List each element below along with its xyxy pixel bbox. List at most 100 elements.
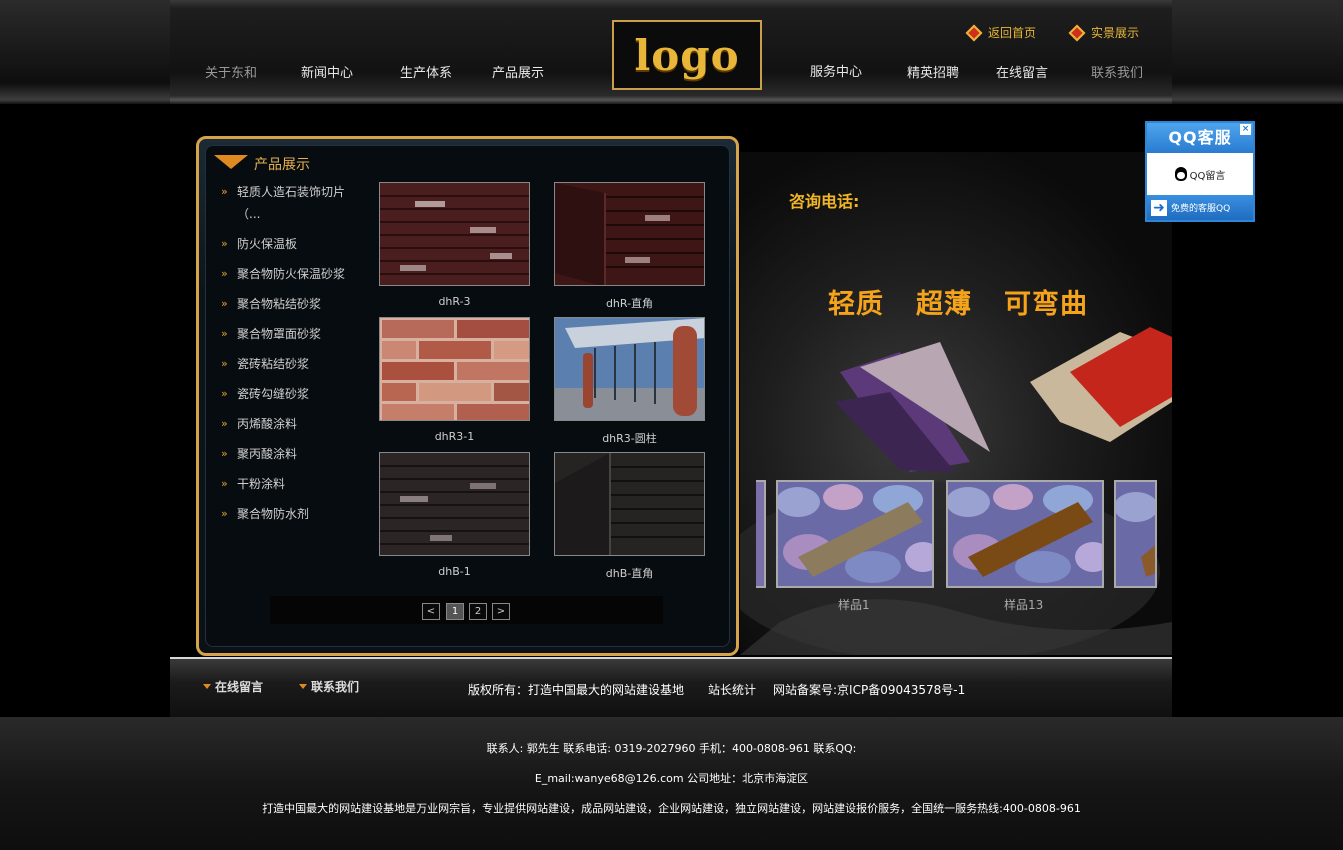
- nav-production[interactable]: 生产体系: [400, 62, 452, 81]
- product-label[interactable]: dhR3-1: [379, 430, 530, 443]
- double-chevron-icon: »: [221, 185, 228, 198]
- product-thumb-dhR3-column[interactable]: [554, 317, 705, 421]
- category-item[interactable]: » 聚合物罩面砂浆: [221, 323, 361, 345]
- category-item[interactable]: » 丙烯酸涂料: [221, 413, 361, 435]
- triangle-down-icon: [203, 684, 211, 689]
- slogan-thin: 超薄: [916, 289, 972, 320]
- category-item[interactable]: » 瓷砖勾缝砂浆: [221, 383, 361, 405]
- contact-line: 联系人: 郭先生 联系电话: 0319-2027960 手机：400-0808-…: [486, 742, 857, 755]
- brick-image: [380, 183, 529, 285]
- product-thumb-dhR3-1[interactable]: [379, 317, 530, 421]
- red-stone-sample: [1030, 327, 1172, 442]
- nav-news[interactable]: 新闻中心: [301, 62, 353, 81]
- category-item[interactable]: » 干粉涂料: [221, 473, 361, 495]
- arrow-right-icon: ➜: [1151, 199, 1167, 216]
- nav-about[interactable]: 关于东和: [205, 62, 257, 81]
- category-item[interactable]: » 聚合物粘结砂浆: [221, 293, 361, 315]
- slogan-line: 打造中国最大的网站建设基地是万业网宗旨，专业提供网站建设，成品网站建设，企业网站…: [262, 802, 1081, 815]
- qq-free-service-link[interactable]: ➜ 免费的客服QQ: [1147, 195, 1253, 220]
- category-item[interactable]: » 轻质人造石装饰切片（...: [221, 181, 361, 225]
- qq-footer-label: 免费的客服QQ: [1171, 204, 1231, 214]
- purple-stone-sample: [835, 342, 990, 472]
- category-item[interactable]: » 聚合物防火保温砂浆: [221, 263, 361, 285]
- home-link[interactable]: 返回首页: [965, 24, 1037, 41]
- red-brick-image: [380, 318, 529, 420]
- double-chevron-icon: »: [221, 417, 228, 430]
- pager-next-button[interactable]: >: [492, 603, 510, 620]
- logo[interactable]: logo: [612, 20, 762, 90]
- nav-contact[interactable]: 联系我们: [1091, 62, 1143, 81]
- pebble-image: [1116, 482, 1155, 586]
- icp-text: 网站备案号:京ICP备09043578号-1: [773, 683, 966, 697]
- slide-label-13: 样品13: [1004, 598, 1044, 612]
- double-chevron-icon: »: [221, 507, 228, 520]
- email-line: E_mail:wanye68@126.com 公司地址：北京市海淀区: [534, 772, 809, 785]
- diamond-icon: [1068, 24, 1086, 41]
- nav-recruit[interactable]: 精英招聘: [907, 62, 959, 81]
- dark-brick-corner-image: [555, 453, 704, 555]
- category-item[interactable]: » 聚合物防水剂: [221, 503, 361, 525]
- category-item[interactable]: » 瓷砖粘结砂浆: [221, 353, 361, 375]
- pebble-image: [948, 482, 1102, 586]
- building-image: [555, 318, 704, 420]
- double-chevron-icon: »: [221, 447, 228, 460]
- home-link-label: 返回首页: [988, 26, 1037, 40]
- double-chevron-icon: »: [221, 477, 228, 490]
- product-thumb-dhR-3[interactable]: [379, 182, 530, 286]
- qq-penguin-icon: [1174, 167, 1187, 181]
- close-icon[interactable]: ×: [1240, 124, 1251, 135]
- slogan-flexible: 可弯曲: [1004, 289, 1088, 320]
- double-chevron-icon: »: [221, 357, 228, 370]
- showcase-link[interactable]: 实景展示: [1068, 24, 1140, 41]
- qq-message-label: QQ留言: [1189, 170, 1226, 182]
- product-thumb-dhB-corner[interactable]: [554, 452, 705, 556]
- product-thumb-dhB-1[interactable]: [379, 452, 530, 556]
- product-label[interactable]: dhR-直角: [554, 295, 705, 311]
- panel-title: 产品展示: [254, 157, 310, 173]
- banner-phone-label: 咨询电话:: [789, 192, 860, 211]
- dark-brick-image: [380, 453, 529, 555]
- pager-page-2[interactable]: 2: [469, 603, 487, 620]
- diamond-icon: [965, 24, 983, 41]
- double-chevron-icon: »: [221, 327, 228, 340]
- triangle-icon: [214, 155, 248, 169]
- footer-contact-label: 联系我们: [311, 680, 360, 694]
- category-item[interactable]: » 聚丙酸涂料: [221, 443, 361, 465]
- double-chevron-icon: »: [221, 267, 228, 280]
- footer-message-link[interactable]: 在线留言: [203, 678, 263, 695]
- pager-page-1[interactable]: 1: [446, 603, 464, 620]
- product-label[interactable]: dhB-1: [379, 565, 530, 578]
- nav-products[interactable]: 产品展示: [492, 62, 544, 81]
- double-chevron-icon: »: [221, 387, 228, 400]
- slide-partial-left[interactable]: [756, 480, 766, 588]
- logo-text: logo: [634, 30, 740, 80]
- double-chevron-icon: »: [221, 297, 228, 310]
- slogan-light: 轻质: [828, 289, 884, 320]
- product-label[interactable]: dhB-直角: [554, 565, 705, 581]
- footer-message-label: 在线留言: [215, 680, 264, 694]
- nav-service[interactable]: 服务中心: [810, 61, 862, 80]
- product-label[interactable]: dhR-3: [379, 295, 530, 308]
- qq-service-widget[interactable]: QQ客服 × QQ留言 ➜ 免费的客服QQ: [1145, 121, 1255, 222]
- pebble-image: [778, 482, 932, 586]
- double-chevron-icon: »: [221, 237, 228, 250]
- brick-corner-image: [555, 183, 704, 285]
- slide-sample-13[interactable]: [946, 480, 1104, 588]
- nav-message[interactable]: 在线留言: [996, 62, 1048, 81]
- slide-label-1: 样品1: [838, 598, 870, 612]
- footer-contact-link[interactable]: 联系我们: [299, 678, 359, 695]
- category-item[interactable]: » 防火保温板: [221, 233, 361, 255]
- category-list: » 轻质人造石装饰切片（... » 防火保温板 » 聚合物防火保温砂浆 » 聚合物粘结砂…: [221, 181, 361, 533]
- qq-message-link[interactable]: QQ留言: [1147, 153, 1253, 195]
- copyright-text: 版权所有：打造中国最大的网站建设基地: [468, 683, 685, 697]
- stats-link[interactable]: 站长统计: [708, 681, 756, 698]
- slide-partial-right[interactable]: [1114, 480, 1157, 588]
- qq-title: QQ客服: [1147, 123, 1253, 153]
- pager-prev-button[interactable]: <: [422, 603, 440, 620]
- slide-sample-1[interactable]: [776, 480, 934, 588]
- triangle-down-icon: [299, 684, 307, 689]
- showcase-link-label: 实景展示: [1091, 26, 1140, 40]
- product-thumb-dhR-corner[interactable]: [554, 182, 705, 286]
- product-label[interactable]: dhR3-圆柱: [554, 430, 705, 446]
- pager-bar: [270, 596, 663, 624]
